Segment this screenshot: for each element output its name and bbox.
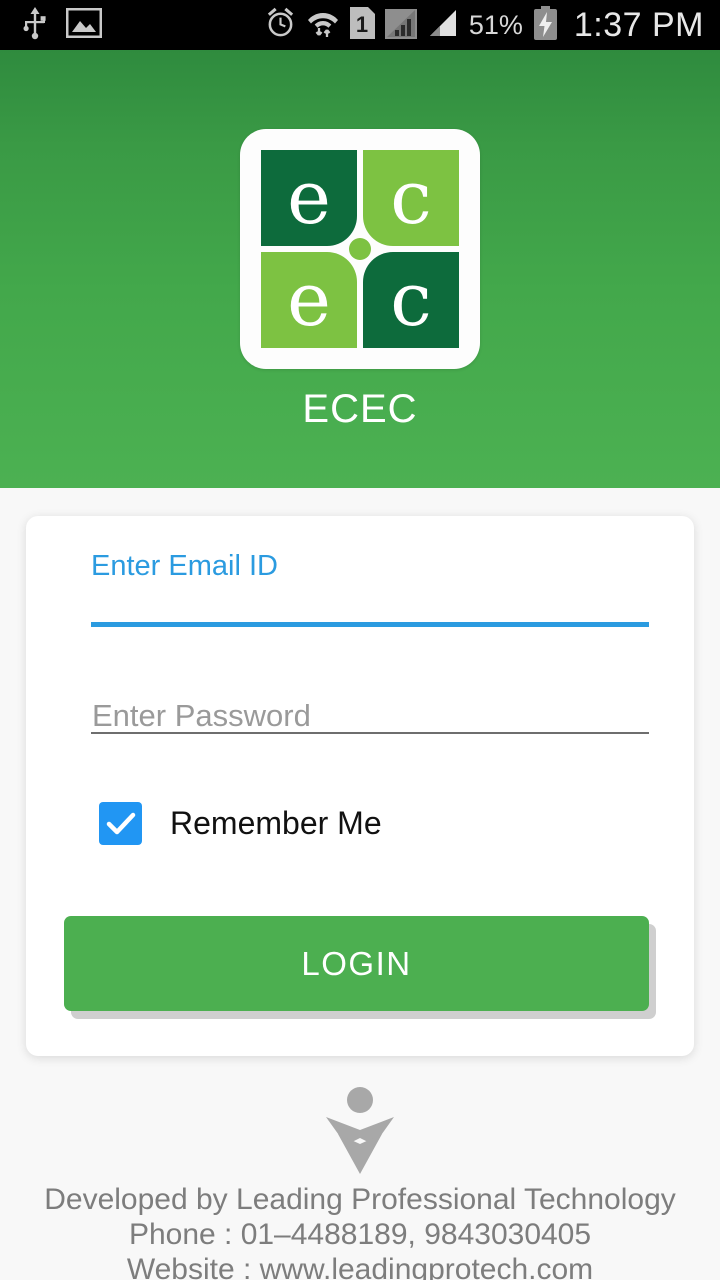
remember-me-row[interactable]: Remember Me: [99, 802, 382, 845]
logo-quadrant-bottom-right: c: [363, 252, 459, 348]
footer-credits: Developed by Leading Professional Techno…: [44, 1182, 676, 1280]
wifi-transfer-icon: [306, 7, 340, 44]
logo-quadrant-bottom-left: e: [261, 252, 357, 348]
status-bar-right-icons: 1 51% 1:37 PM: [265, 5, 720, 45]
battery-percent-label: 51%: [468, 9, 523, 40]
logo-quadrant-top-right: c: [363, 150, 459, 246]
password-field-underline: [91, 732, 649, 734]
app-header: e c e c ECEC: [0, 50, 720, 488]
status-bar-clock: 1:37 PM: [573, 5, 704, 44]
screenshot-image-icon: [65, 7, 103, 43]
remember-me-label: Remember Me: [170, 805, 382, 841]
login-screen: 1 51% 1:37 PM e c e c ECEC Enter Email I…: [0, 0, 720, 1280]
leading-protech-person-icon: [312, 1086, 408, 1174]
status-bar-left-icons: [0, 6, 103, 45]
alarm-icon: [265, 7, 296, 43]
status-bar: 1 51% 1:37 PM: [0, 0, 720, 50]
svg-text:1: 1: [356, 12, 368, 37]
logo-quadrant-top-left: e: [261, 150, 357, 246]
email-field-underline: [91, 622, 649, 627]
email-field-label: Enter Email ID: [91, 550, 278, 582]
footer-line-developer: Developed by Leading Professional Techno…: [44, 1183, 676, 1216]
logo-center-dot: [349, 238, 371, 260]
battery-charging-icon: [533, 5, 558, 45]
login-button[interactable]: LOGIN: [64, 916, 649, 1011]
usb-icon: [22, 6, 48, 45]
sim1-icon: 1: [349, 6, 375, 44]
footer: Developed by Leading Professional Techno…: [0, 1086, 720, 1280]
signal-bars-sim2-icon: [427, 7, 459, 44]
app-title: ECEC: [302, 387, 418, 431]
footer-line-phone: Phone : 01–4488189, 9843030405: [128, 1218, 592, 1251]
password-input[interactable]: [92, 694, 650, 732]
footer-line-website: Website : www.leadingprotech.com: [126, 1253, 594, 1280]
signal-bars-sim1-icon: [384, 7, 417, 44]
email-input[interactable]: [91, 584, 649, 620]
checkmark-icon: [106, 812, 136, 836]
ecec-logo-grid: e c e c: [261, 150, 459, 348]
login-button-wrap: LOGIN: [64, 916, 656, 1021]
remember-me-checkbox[interactable]: [99, 802, 142, 845]
login-card: Enter Email ID Enter Password Remember M…: [26, 516, 694, 1056]
app-logo: e c e c: [240, 129, 480, 369]
